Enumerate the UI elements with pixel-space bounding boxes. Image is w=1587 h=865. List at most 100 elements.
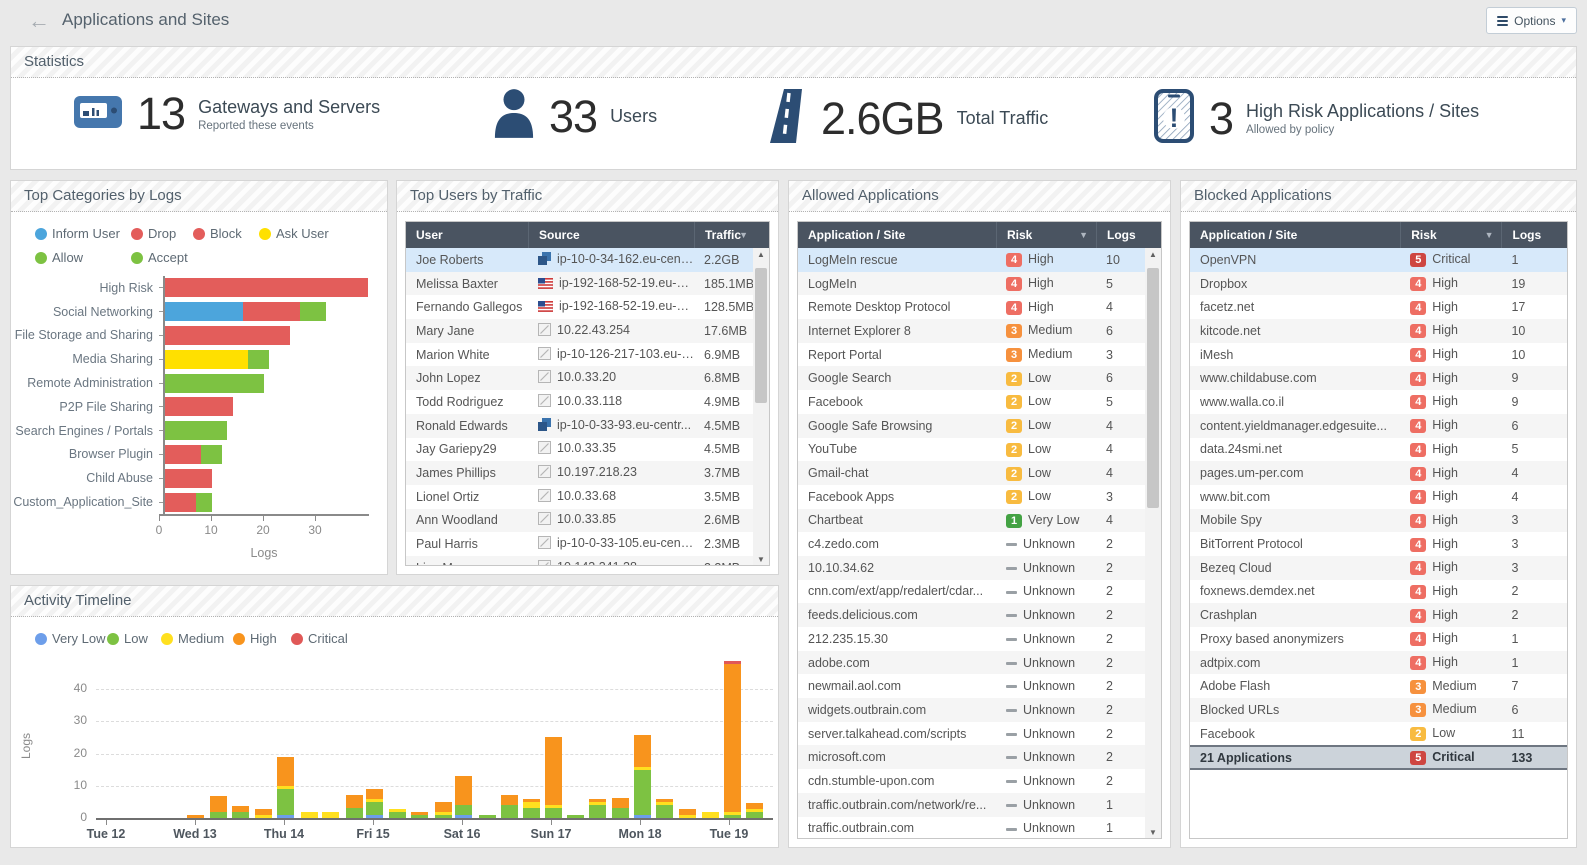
- bar-segment[interactable]: [611, 808, 629, 818]
- bar-segment[interactable]: [345, 808, 363, 818]
- bar-segment[interactable]: [165, 397, 233, 417]
- timeline-bar[interactable]: [588, 799, 606, 818]
- timeline-bar[interactable]: [301, 812, 319, 818]
- table-row[interactable]: YouTube 2 Low 4: [798, 437, 1161, 462]
- bar-segment[interactable]: [611, 798, 629, 808]
- table-row[interactable]: c4.zedo.com Unknown 2: [798, 532, 1161, 556]
- timeline-bar[interactable]: [656, 799, 674, 818]
- summary-row[interactable]: 21 Applications 5 Critical 133: [1190, 745, 1567, 771]
- bar-segment[interactable]: [209, 796, 227, 812]
- timeline-bar[interactable]: [255, 809, 273, 818]
- bar-segment[interactable]: [500, 795, 518, 805]
- table-row[interactable]: pages.um-per.com 4 High 4: [1190, 461, 1567, 485]
- table-row[interactable]: data.24smi.net 4 High 5: [1190, 437, 1567, 462]
- bar-segment[interactable]: [588, 805, 606, 818]
- table-row[interactable]: LogMeIn 4 High 5: [798, 271, 1161, 296]
- bar-segment[interactable]: [186, 815, 204, 818]
- table-row[interactable]: 212.235.15.30 Unknown 2: [798, 627, 1161, 651]
- table-row[interactable]: 10.10.34.62 Unknown 2: [798, 555, 1161, 580]
- bar-segment[interactable]: [434, 802, 452, 812]
- table-row[interactable]: OpenVPN 5 Critical 1: [1190, 248, 1567, 272]
- bar-segment[interactable]: [255, 815, 273, 818]
- table-row[interactable]: Ann Woodland 10.0.33.85 2.6MB: [406, 508, 769, 533]
- table-row[interactable]: Chartbeat 1 Very Low 4: [798, 508, 1161, 533]
- table-row[interactable]: Facebook 2 Low 11: [1190, 721, 1567, 746]
- bar-segment[interactable]: [746, 812, 764, 818]
- bar-segment[interactable]: [165, 302, 243, 322]
- bar-segment[interactable]: [634, 770, 652, 815]
- timeline-bar[interactable]: [321, 812, 339, 818]
- bar-segment[interactable]: [500, 805, 518, 818]
- bar-segment[interactable]: [345, 795, 363, 808]
- bar-segment[interactable]: [366, 815, 384, 818]
- table-row[interactable]: traffic.outbrain.com/network/re... Unkno…: [798, 792, 1161, 817]
- bar-segment[interactable]: [724, 664, 742, 812]
- table-row[interactable]: traffic.outbrain.com Unknown 1: [798, 816, 1161, 838]
- bar-segment[interactable]: [277, 789, 295, 815]
- table-row[interactable]: James Phillips 10.197.218.23 3.7MB: [406, 461, 769, 485]
- table-row[interactable]: Gmail-chat 2 Low 4: [798, 461, 1161, 485]
- table-row[interactable]: Mary Jane 10.22.43.254 17.6MB: [406, 319, 769, 343]
- table-row[interactable]: Lisa Moore 10.143.241.28 2.3MB: [406, 555, 769, 565]
- bar-segment[interactable]: [366, 789, 384, 799]
- table-row[interactable]: adobe.com Unknown 2: [798, 650, 1161, 675]
- timeline-bar[interactable]: [455, 776, 473, 818]
- table-row[interactable]: newmail.aol.com Unknown 2: [798, 674, 1161, 699]
- bar-segment[interactable]: [165, 421, 227, 441]
- bar-segment[interactable]: [701, 812, 719, 818]
- bar-segment[interactable]: [545, 737, 563, 805]
- timeline-bar[interactable]: [724, 661, 742, 818]
- table-row[interactable]: Ronald Edwards ip-10-0-33-93.eu-centr...…: [406, 413, 769, 438]
- table-row[interactable]: Google Search 2 Low 6: [798, 366, 1161, 391]
- table-row[interactable]: cdn.stumble-upon.com Unknown 2: [798, 769, 1161, 793]
- bar-segment[interactable]: [165, 468, 212, 488]
- scrollbar-thumb[interactable]: [755, 268, 767, 403]
- bar-segment[interactable]: [455, 815, 473, 818]
- table-row[interactable]: Crashplan 4 High 2: [1190, 603, 1567, 627]
- table-row[interactable]: foxnews.demdex.net 4 High 2: [1190, 579, 1567, 604]
- timeline-bar[interactable]: [678, 809, 696, 818]
- timeline-bar[interactable]: [522, 799, 540, 818]
- bar-segment[interactable]: [165, 373, 264, 393]
- table-row[interactable]: Fernando Gallegos ip-192-168-52-19.eu-ce…: [406, 295, 769, 320]
- table-row[interactable]: John Lopez 10.0.33.20 6.8MB: [406, 366, 769, 391]
- column-header[interactable]: Traffic ▼: [694, 222, 756, 248]
- bar-segment[interactable]: [243, 302, 300, 322]
- table-row[interactable]: Jay Gariepy29 10.0.33.35 4.5MB: [406, 437, 769, 462]
- table-row[interactable]: Bezeq Cloud 4 High 3: [1190, 555, 1567, 580]
- bar-segment[interactable]: [248, 349, 269, 369]
- timeline-bar[interactable]: [746, 803, 764, 818]
- bar-segment[interactable]: [321, 812, 339, 818]
- table-row[interactable]: Lionel Ortiz 10.0.33.68 3.5MB: [406, 484, 769, 509]
- table-row[interactable]: widgets.outbrain.com Unknown 2: [798, 698, 1161, 722]
- timeline-bar[interactable]: [479, 815, 497, 818]
- timeline-bar[interactable]: [186, 815, 204, 818]
- bar-segment[interactable]: [522, 808, 540, 818]
- legend-item[interactable]: Low: [107, 631, 161, 646]
- table-row[interactable]: Dropbox 4 High 19: [1190, 271, 1567, 296]
- scroll-down-icon[interactable]: ▼: [1145, 826, 1161, 838]
- timeline-bar[interactable]: [410, 812, 428, 818]
- table-row[interactable]: microsoft.com Unknown 2: [798, 745, 1161, 770]
- table-row[interactable]: Remote Desktop Protocol 4 High 4: [798, 295, 1161, 320]
- bar-segment[interactable]: [479, 815, 497, 818]
- table-row[interactable]: Todd Rodriguez 10.0.33.118 4.9MB: [406, 390, 769, 414]
- scroll-up-icon[interactable]: ▲: [1145, 248, 1161, 262]
- legend-item[interactable]: Medium: [161, 631, 233, 646]
- timeline-bar[interactable]: [611, 798, 629, 818]
- table-row[interactable]: Internet Explorer 8 3 Medium 6: [798, 319, 1161, 343]
- column-header[interactable]: Application / Site: [1190, 222, 1400, 248]
- timeline-bar[interactable]: [366, 789, 384, 818]
- column-header[interactable]: Source: [528, 222, 694, 248]
- table-row[interactable]: Mobile Spy 4 High 3: [1190, 508, 1567, 533]
- bar-segment[interactable]: [300, 302, 326, 322]
- column-header[interactable]: Application / Site: [798, 222, 996, 248]
- options-button[interactable]: Options ▾: [1486, 7, 1577, 34]
- bar-segment[interactable]: [277, 757, 295, 786]
- timeline-bar[interactable]: [209, 796, 227, 818]
- table-row[interactable]: Report Portal 3 Medium 3: [798, 342, 1161, 367]
- bar-segment[interactable]: [567, 815, 585, 818]
- table-row[interactable]: Joe Roberts ip-10-0-34-162.eu-cent... 2.…: [406, 248, 769, 272]
- table-row[interactable]: Blocked URLs 3 Medium 6: [1190, 698, 1567, 722]
- bar-segment[interactable]: [678, 815, 696, 818]
